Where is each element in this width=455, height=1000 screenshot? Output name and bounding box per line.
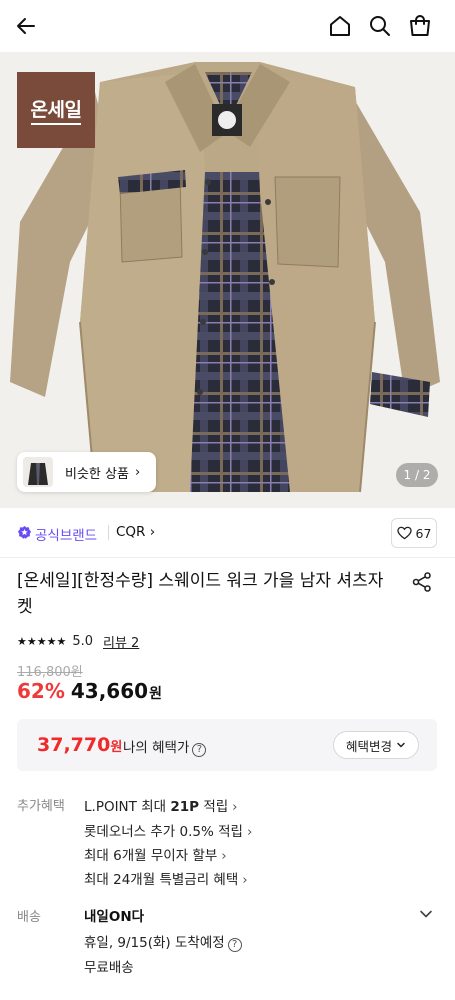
chevron-down-icon (397, 742, 405, 748)
search-icon[interactable] (366, 12, 394, 40)
change-benefit-button[interactable]: 혜택변경 (333, 731, 419, 759)
similar-products-button[interactable]: 비슷한 상품 › (17, 452, 156, 492)
review-link[interactable]: 리뷰 2 (103, 632, 139, 651)
info-icon[interactable]: ? (227, 938, 242, 952)
home-icon[interactable] (326, 12, 354, 40)
chevron-right-icon: › (232, 799, 238, 815)
extra-benefit-item[interactable]: 최대 6개월 무이자 할부 › (84, 844, 227, 864)
extra-benefit-item[interactable]: 최대 24개월 특별금리 혜택 › (84, 868, 248, 888)
official-brand-label: 공식브랜드 (35, 528, 98, 544)
extra-benefits-label: 추가혜택 (17, 799, 65, 814)
free-shipping: 무료배송 (84, 960, 134, 976)
divider (108, 525, 109, 540)
shipping-type: 내일ON다 (84, 909, 145, 925)
benefit-price-unit: 원 (110, 740, 123, 755)
sale-price: 43,660 (70, 679, 149, 703)
extra-benefit-text: 최대 6개월 무이자 할부 (84, 848, 218, 864)
price-row: 62% 43,660 원 (17, 679, 162, 703)
extra-benefit-text: 롯데오너스 추가 0.5% 적립 (84, 824, 243, 840)
chevron-right-icon: › (246, 824, 253, 840)
price-unit: 원 (149, 686, 162, 702)
extra-benefit-text: 적립 (199, 799, 229, 815)
shopping-bag-icon[interactable] (406, 12, 434, 40)
chevron-right-icon: › (134, 464, 141, 480)
delivery-date: 휴일, 9/15(화) 도착예정? (84, 931, 242, 952)
chevron-right-icon: › (242, 872, 248, 888)
top-navigation-bar (0, 0, 455, 52)
similar-product-thumbnail (23, 457, 53, 487)
product-image-gallery[interactable]: 온세일 비슷한 상품 › 1 / 2 (0, 52, 455, 508)
rating-value: 5.0 (72, 633, 93, 649)
original-price: 116,800원 (17, 665, 83, 680)
brand-badge-text: 온세일 (30, 95, 82, 125)
heart-icon (396, 526, 412, 540)
benefit-price: 37,770원 (37, 734, 122, 756)
like-button[interactable]: 67 (391, 518, 437, 548)
delivery-date-text: 휴일, 9/15(화) 도착예정 (84, 935, 225, 951)
extra-benefit-item[interactable]: 롯데오너스 추가 0.5% 적립 › (84, 820, 252, 840)
share-icon[interactable] (411, 571, 433, 593)
divider (0, 557, 455, 558)
chevron-down-icon[interactable] (418, 906, 434, 922)
extra-benefit-text: L.POINT 최대 (84, 799, 171, 815)
benefit-price-value: 37,770 (37, 734, 111, 756)
shipping-label: 배송 (17, 910, 41, 925)
extra-benefit-text: 최대 24개월 특별금리 혜택 (84, 872, 239, 888)
extra-benefit-bold: 21P (170, 799, 200, 815)
benefit-label-text: 나의 혜택가 (123, 740, 190, 756)
chevron-right-icon: › (221, 848, 227, 864)
brand-name: CQR (116, 524, 146, 540)
image-page-indicator: 1 / 2 (396, 463, 438, 487)
brand-badge: 온세일 (17, 72, 95, 148)
similar-products-label: 비슷한 상품 (65, 466, 129, 482)
extra-benefit-item[interactable]: L.POINT 최대 21P 적립 › (84, 795, 238, 815)
product-title: [온세일][한정수량] 스웨이드 워크 가을 남자 셔츠자켓 (17, 571, 384, 617)
rating-stars: ★★★★★ (17, 634, 67, 648)
change-benefit-label: 혜택변경 (345, 738, 392, 754)
chevron-right-icon: › (149, 524, 156, 540)
discount-rate: 62% (17, 679, 65, 703)
my-benefit-price-box: 37,770원 나의 혜택가? 혜택변경 (17, 719, 437, 771)
verified-badge-icon (17, 525, 32, 539)
brand-row: 공식브랜드 CQR › 67 (0, 508, 455, 558)
info-icon[interactable]: ? (192, 743, 207, 757)
brand-name-link[interactable]: CQR › (116, 524, 155, 540)
like-count: 67 (415, 525, 432, 541)
rating-row: ★★★★★ 5.0 리뷰 2 (17, 632, 139, 651)
back-arrow-icon[interactable] (12, 12, 40, 40)
benefit-label: 나의 혜택가? (123, 736, 207, 757)
